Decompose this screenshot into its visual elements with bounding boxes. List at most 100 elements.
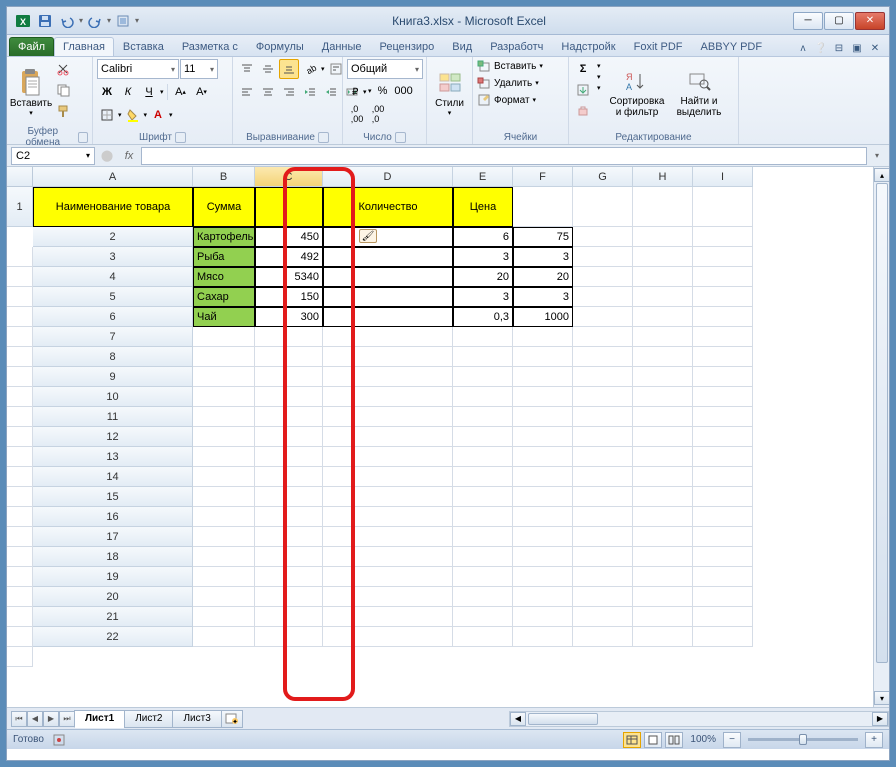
- maximize-button[interactable]: ▢: [824, 12, 854, 30]
- number-dialog-icon[interactable]: [395, 132, 406, 143]
- sheet-tab-1[interactable]: Лист1: [74, 710, 125, 728]
- cell-B13[interactable]: [255, 447, 323, 467]
- cell-D20[interactable]: [453, 587, 513, 607]
- cell-I2[interactable]: [7, 247, 33, 267]
- cell-H1[interactable]: [633, 187, 693, 227]
- redo-icon[interactable]: [85, 11, 105, 31]
- sheet-tab-2[interactable]: Лист2: [124, 710, 173, 728]
- cell-B7[interactable]: [255, 327, 323, 347]
- cell-D16[interactable]: [453, 507, 513, 527]
- cell-I8[interactable]: [7, 367, 33, 387]
- cell-C22[interactable]: [323, 627, 453, 647]
- cell-H16[interactable]: [693, 507, 753, 527]
- cell-G20[interactable]: [633, 587, 693, 607]
- minimize-button[interactable]: ─: [793, 12, 823, 30]
- cell-G15[interactable]: [633, 487, 693, 507]
- cell-G8[interactable]: [633, 347, 693, 367]
- dec-inc-icon[interactable]: ,0,00: [347, 104, 367, 124]
- col-header-A[interactable]: A: [33, 167, 193, 187]
- font-dialog-icon[interactable]: [175, 132, 186, 143]
- cell-E15[interactable]: [513, 487, 573, 507]
- cell-A13[interactable]: [193, 447, 255, 467]
- cell-B20[interactable]: [255, 587, 323, 607]
- sheet-nav-first-icon[interactable]: ⏮: [11, 711, 27, 727]
- cell-E18[interactable]: [513, 547, 573, 567]
- cell-A6[interactable]: Чай: [193, 307, 255, 327]
- cell-C16[interactable]: [323, 507, 453, 527]
- cell-A3[interactable]: Рыба: [193, 247, 255, 267]
- cell-D10[interactable]: [453, 387, 513, 407]
- cell-I11[interactable]: [7, 427, 33, 447]
- cell-D15[interactable]: [453, 487, 513, 507]
- cell-H7[interactable]: [693, 327, 753, 347]
- row-header-4[interactable]: 4: [33, 267, 193, 287]
- cell-E22[interactable]: [513, 627, 573, 647]
- cell-F13[interactable]: [573, 447, 633, 467]
- cell-D12[interactable]: [453, 427, 513, 447]
- cell-C17[interactable]: [323, 527, 453, 547]
- cell-B21[interactable]: [255, 607, 323, 627]
- cell-H22[interactable]: [693, 627, 753, 647]
- cell-F10[interactable]: [573, 387, 633, 407]
- cell-A9[interactable]: [193, 367, 255, 387]
- cell-F19[interactable]: [573, 567, 633, 587]
- cell-C3[interactable]: [323, 247, 453, 267]
- cell-A7[interactable]: [193, 327, 255, 347]
- cell-C18[interactable]: [323, 547, 453, 567]
- row-header-13[interactable]: 13: [33, 447, 193, 467]
- align-bot-icon[interactable]: [279, 59, 299, 79]
- row-header-16[interactable]: 16: [33, 507, 193, 527]
- cell-E4[interactable]: 20: [513, 267, 573, 287]
- cell-B18[interactable]: [255, 547, 323, 567]
- cell-D1[interactable]: Количество: [323, 187, 453, 227]
- cell-D5[interactable]: 3: [453, 287, 513, 307]
- cell-A10[interactable]: [193, 387, 255, 407]
- tab-dev[interactable]: Разработч: [481, 37, 552, 56]
- tab-data[interactable]: Данные: [313, 37, 371, 56]
- sheet-nav-last-icon[interactable]: ⏭: [59, 711, 75, 727]
- cell-B15[interactable]: [255, 487, 323, 507]
- vertical-scrollbar[interactable]: ▴ ▾: [873, 167, 889, 707]
- fx-icon[interactable]: fx: [119, 147, 139, 165]
- cell-E2[interactable]: 75: [513, 227, 573, 247]
- cell-C20[interactable]: [323, 587, 453, 607]
- cell-H8[interactable]: [693, 347, 753, 367]
- insert-cells-button[interactable]: Вставить: [494, 61, 536, 72]
- fx-cancel-icon[interactable]: ⬤: [97, 147, 117, 165]
- tab-addins[interactable]: Надстройк: [552, 37, 624, 56]
- cell-D2[interactable]: 6: [453, 227, 513, 247]
- cell-G1[interactable]: [573, 187, 633, 227]
- row-header-1[interactable]: 1: [7, 187, 33, 227]
- view-normal-icon[interactable]: [623, 732, 641, 748]
- cell-F21[interactable]: [573, 607, 633, 627]
- cell-B6[interactable]: 300: [255, 307, 323, 327]
- row-header-5[interactable]: 5: [33, 287, 193, 307]
- horizontal-scrollbar[interactable]: ◀ ▶: [509, 711, 889, 727]
- cell-C14[interactable]: [323, 467, 453, 487]
- cell-G9[interactable]: [633, 367, 693, 387]
- cell-D19[interactable]: [453, 567, 513, 587]
- clipboard-dialog-icon[interactable]: [78, 132, 88, 143]
- cell-I9[interactable]: [7, 387, 33, 407]
- clear-icon[interactable]: [573, 101, 593, 121]
- cell-H5[interactable]: [693, 287, 753, 307]
- cell-A14[interactable]: [193, 467, 255, 487]
- cell-G5[interactable]: [633, 287, 693, 307]
- row-header-8[interactable]: 8: [33, 347, 193, 367]
- format-cells-button[interactable]: Формат: [494, 95, 530, 106]
- format-painter-icon[interactable]: [53, 101, 73, 121]
- tab-insert[interactable]: Вставка: [114, 37, 173, 56]
- cell-G21[interactable]: [633, 607, 693, 627]
- align-right-icon[interactable]: [279, 82, 299, 102]
- cell-F20[interactable]: [573, 587, 633, 607]
- cell-I14[interactable]: [7, 487, 33, 507]
- cell-C6[interactable]: [323, 307, 453, 327]
- cell-C4[interactable]: [323, 267, 453, 287]
- row-header-21[interactable]: 21: [33, 607, 193, 627]
- font-color-icon[interactable]: A: [148, 105, 168, 125]
- cell-E13[interactable]: [513, 447, 573, 467]
- cell-H6[interactable]: [693, 307, 753, 327]
- cell-C15[interactable]: [323, 487, 453, 507]
- tab-abbyy[interactable]: ABBYY PDF: [692, 37, 772, 56]
- cell-G16[interactable]: [633, 507, 693, 527]
